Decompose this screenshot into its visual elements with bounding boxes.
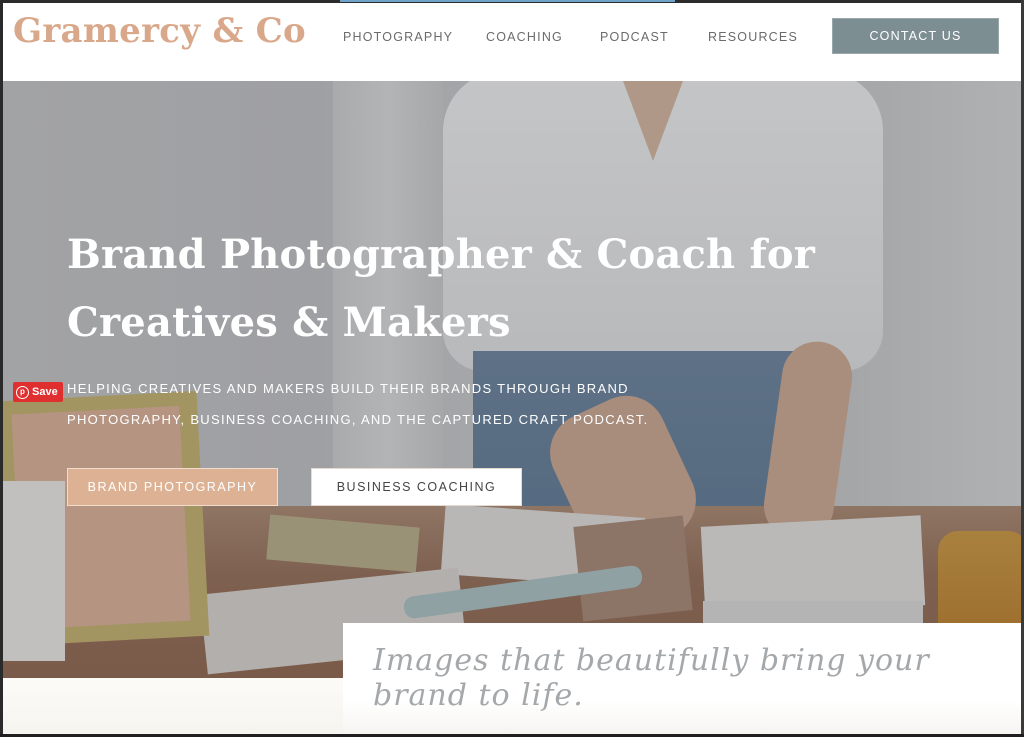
nav-resources[interactable]: RESOURCES — [708, 30, 798, 44]
business-coaching-button[interactable]: BUSINESS COACHING — [311, 468, 522, 506]
pinterest-save-label: Save — [32, 386, 58, 398]
hero-title-line: Creatives & Makers — [67, 299, 511, 346]
hero-title: Brand Photographer & Coach for Creatives… — [67, 221, 827, 357]
pinterest-icon: p — [16, 385, 29, 399]
nav-photography[interactable]: PHOTOGRAPHY — [343, 30, 453, 44]
nav-podcast[interactable]: PODCAST — [600, 30, 669, 44]
contact-us-button[interactable]: CONTACT US — [832, 18, 999, 54]
brand-photography-button[interactable]: BRAND PHOTOGRAPHY — [67, 468, 278, 506]
site-logo[interactable]: Gramercy & Co — [13, 11, 306, 51]
hero-subtitle: HELPING CREATIVES AND MAKERS BUILD THEIR… — [67, 373, 707, 435]
web-page: Gramercy & Co PHOTOGRAPHY COACHING PODCA… — [3, 3, 1021, 734]
hero-subtitle-line: HELPING CREATIVES AND MAKERS BUILD THEIR… — [67, 381, 629, 396]
hero-title-line: Brand Photographer & Coach for — [67, 231, 816, 278]
hero-section: Brand Photographer & Coach for Creatives… — [3, 81, 1021, 681]
pinterest-save-button[interactable]: p Save — [13, 382, 63, 402]
loading-bar — [340, 0, 675, 2]
tagline-box: Images that beautifully bring your brand… — [343, 623, 1021, 734]
hero-content: Brand Photographer & Coach for Creatives… — [3, 81, 1021, 681]
hero-subtitle-line: PHOTOGRAPHY, BUSINESS COACHING, AND THE … — [67, 412, 649, 427]
nav-coaching[interactable]: COACHING — [486, 30, 563, 44]
site-header: Gramercy & Co PHOTOGRAPHY COACHING PODCA… — [3, 3, 1021, 81]
section-divider — [3, 678, 343, 734]
tagline-text: Images that beautifully bring your brand… — [373, 643, 930, 713]
